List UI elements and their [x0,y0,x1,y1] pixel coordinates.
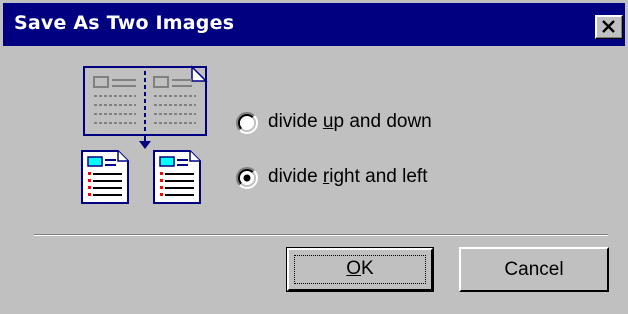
radio-checked-icon [235,166,259,190]
accelerator-key: u [322,111,334,132]
window-title: Save As Two Images [14,12,235,34]
label-rest: K [361,258,374,279]
title-bar[interactable]: Save As Two Images [3,3,625,46]
radio-unchecked-icon [235,111,259,135]
cancel-button[interactable]: Cancel [459,247,609,292]
radio-label-divide-up-and-down[interactable]: divide up and down [268,111,432,133]
label-prefix: divide [268,111,323,132]
accelerator-key: O [346,258,362,279]
cancel-button-label: Cancel [504,259,564,280]
close-x-icon [602,20,615,33]
ok-button[interactable]: OK [286,247,434,292]
label-suffix: ight and left [329,166,428,187]
label-prefix: divide [268,166,323,187]
radio-label-divide-right-and-left[interactable]: divide right and left [268,166,428,188]
split-document-into-two-pages-icon [81,65,208,204]
radio-divide-right-and-left[interactable] [235,166,259,190]
separator-line [34,234,608,238]
radio-divide-up-and-down[interactable] [235,111,259,135]
save-as-two-images-dialog: Save As Two Images divide up and down di… [0,0,628,314]
close-button[interactable] [595,15,623,39]
split-document-illustration [80,65,210,205]
ok-button-label: OK [346,258,373,279]
label-suffix: p and down [333,111,432,132]
